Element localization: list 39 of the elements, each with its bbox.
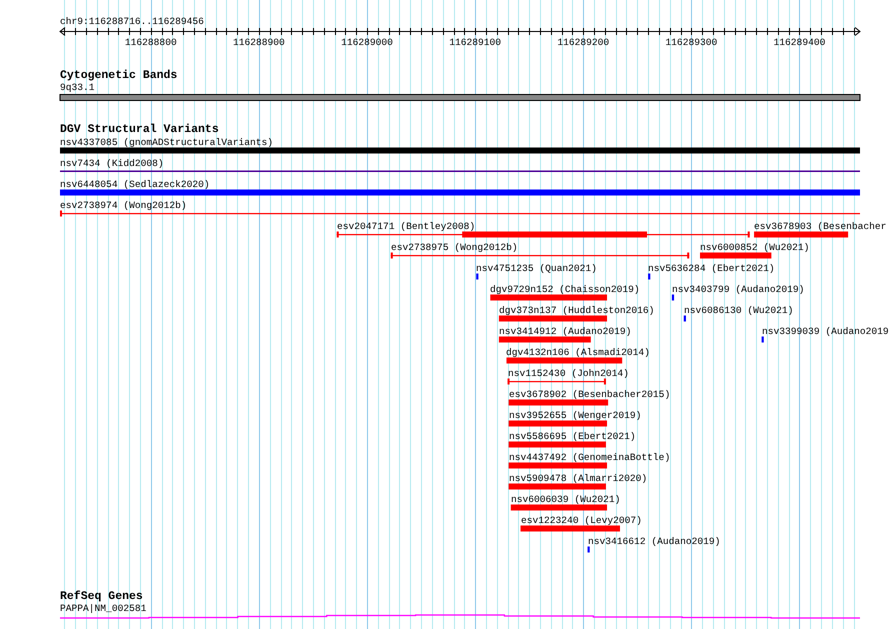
variant-label: esv1223240 (Levy2007) bbox=[521, 515, 642, 526]
variant-label: nsv3952655 (Wenger2019) bbox=[509, 410, 642, 421]
tick-label: 116289400 bbox=[774, 37, 826, 48]
variant-label: dgv9729n152 (Chaisson2019) bbox=[490, 284, 640, 295]
tick-label: 116289300 bbox=[665, 37, 718, 48]
variant-label: nsv6000852 (Wu2021) bbox=[700, 242, 810, 253]
variant-label: nsv6006039 (Wu2021) bbox=[511, 494, 620, 505]
variant-label: nsv1152430 (John2014) bbox=[508, 368, 629, 379]
variant-label: esv3678903 (Besenbacher bbox=[754, 221, 886, 232]
track-title: Cytogenetic Bands bbox=[60, 69, 178, 82]
variant-label: nsv3399039 (Audano2019 bbox=[762, 326, 889, 337]
tick-label: 116288900 bbox=[233, 37, 285, 48]
variant-label: esv2047171 (Bentley2008) bbox=[337, 221, 476, 232]
tick-label: 116289000 bbox=[341, 37, 393, 48]
tick-label: 116288800 bbox=[124, 37, 177, 48]
location-label: chr9:116288716..116289456 bbox=[60, 16, 204, 27]
variant-label: nsv5909478 (Almarri2020) bbox=[509, 473, 648, 484]
track-title: RefSeq Genes bbox=[60, 590, 143, 603]
variant-label: nsv4337085 (gnomADStructuralVariants) bbox=[60, 137, 274, 148]
tick-label: 116289200 bbox=[557, 37, 610, 48]
variant-label: esv2738974 (Wong2012b) bbox=[60, 200, 187, 211]
variant-label: nsv6086130 (Wu2021) bbox=[684, 305, 794, 316]
variant-label: nsv6448054 (Sedlazeck2020) bbox=[60, 179, 210, 190]
track-title: DGV Structural Variants bbox=[60, 123, 219, 136]
variant-label: nsv3414912 (Audano2019) bbox=[499, 326, 632, 337]
variant-label: nsv5636284 (Ebert2021) bbox=[648, 263, 775, 274]
variant-label: nsv7434 (Kidd2008) bbox=[60, 158, 164, 169]
variant-label: esv3678902 (Besenbacher2015) bbox=[509, 389, 670, 400]
variant-label: dgv4132n106 (Alsmadi2014) bbox=[506, 347, 650, 358]
gene-label: PAPPA|NM_002581 bbox=[60, 603, 146, 614]
variant-label: nsv3403799 (Audano2019) bbox=[672, 284, 804, 295]
variant-label: dgv373n137 (Huddleston2016) bbox=[499, 305, 654, 316]
variant-label: esv2738975 (Wong2012b) bbox=[391, 242, 518, 253]
variant-label: nsv4437492 (GenomeinaBottle) bbox=[509, 452, 670, 463]
tick-label: 116289100 bbox=[449, 37, 502, 48]
variant-label: nsv3416612 (Audano2019) bbox=[588, 536, 720, 547]
variant-label: nsv4751235 (Quan2021) bbox=[476, 263, 597, 274]
band-label: 9q33.1 bbox=[60, 82, 95, 93]
variant-label: nsv5586695 (Ebert2021) bbox=[509, 431, 636, 442]
